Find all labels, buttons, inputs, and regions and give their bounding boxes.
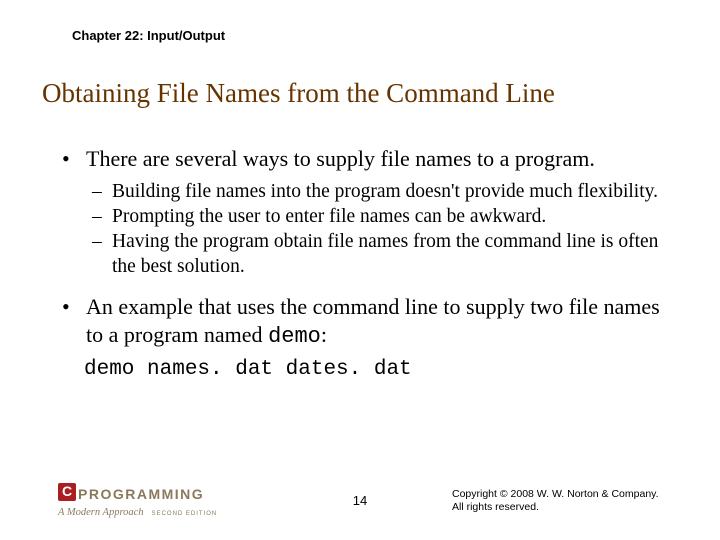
logo-edition: SECOND EDITION — [152, 511, 218, 517]
book-logo: PROGRAMMING A Modern Approach SECOND EDI… — [58, 481, 248, 520]
bullet-text: There are several ways to supply file na… — [86, 146, 595, 171]
copyright: Copyright © 2008 W. W. Norton & Company.… — [452, 488, 672, 514]
content-area: There are several ways to supply file na… — [62, 145, 670, 383]
page-number: 14 — [353, 493, 367, 508]
footer: PROGRAMMING A Modern Approach SECOND EDI… — [0, 480, 720, 520]
command-line-example: demo names. dat dates. dat — [84, 357, 670, 383]
bullet-item-1: There are several ways to supply file na… — [62, 145, 670, 173]
logo-c-icon — [58, 483, 76, 501]
subitem-2: Prompting the user to enter file names c… — [92, 205, 670, 229]
subitem-3: Having the program obtain file names fro… — [92, 230, 670, 279]
sublist: Building file names into the program doe… — [92, 180, 670, 280]
bullet-item-2: An example that uses the command line to… — [62, 293, 670, 350]
code-inline: demo — [268, 324, 321, 349]
logo-subtitle: A Modern Approach — [58, 507, 144, 518]
copyright-line1: Copyright © 2008 W. W. Norton & Company. — [452, 488, 672, 501]
slide-title: Obtaining File Names from the Command Li… — [42, 78, 555, 109]
bullet-text-post: : — [321, 322, 327, 347]
copyright-line2: All rights reserved. — [452, 501, 672, 514]
chapter-label: Chapter 22: Input/Output — [72, 28, 225, 43]
logo-main-text: PROGRAMMING — [78, 486, 204, 502]
bullet-text-pre: An example that uses the command line to… — [86, 294, 660, 347]
subitem-1: Building file names into the program doe… — [92, 180, 670, 204]
